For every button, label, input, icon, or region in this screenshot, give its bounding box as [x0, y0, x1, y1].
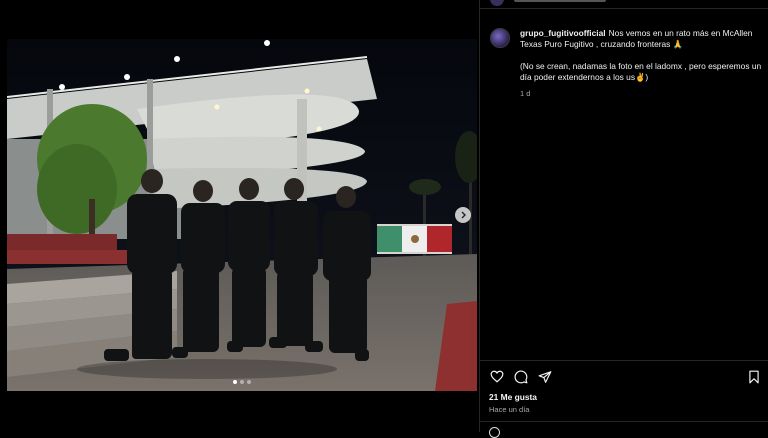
chevron-right-icon: [461, 211, 466, 219]
caption-text-secondary: (No se crean, nadamas la foto en el lado…: [520, 60, 762, 83]
carousel-dot: [233, 380, 237, 384]
share-icon: [538, 370, 551, 383]
post-caption: grupo_fugitivoofficial Nos vemos en un ra…: [490, 28, 763, 99]
carousel-indicator: [7, 380, 477, 384]
emoji-icon[interactable]: [489, 427, 500, 438]
post-details-panel: grupo_fugitivoofficial Nos vemos en un ra…: [479, 0, 768, 438]
caption-timestamp[interactable]: 1 d: [520, 88, 763, 99]
divider: [480, 421, 768, 422]
share-button[interactable]: [537, 369, 552, 384]
header-avatar[interactable]: [490, 0, 504, 6]
heart-icon: [490, 370, 503, 383]
post-date: Hace un día: [489, 405, 530, 414]
header-username[interactable]: [514, 0, 606, 2]
username-link[interactable]: grupo_fugitivoofficial: [520, 28, 606, 38]
post-media[interactable]: [7, 39, 477, 391]
like-count[interactable]: 21 Me gusta: [489, 392, 537, 402]
save-button[interactable]: [746, 369, 761, 384]
comment-icon: [514, 370, 527, 383]
carousel-dot: [240, 380, 244, 384]
post-photo: [7, 39, 477, 391]
post-header: [480, 0, 768, 9]
next-image-button[interactable]: [455, 207, 471, 223]
like-button[interactable]: [489, 369, 504, 384]
bookmark-icon: [748, 370, 759, 383]
avatar[interactable]: [490, 28, 510, 48]
comment-button[interactable]: [513, 369, 528, 384]
carousel-dot: [247, 380, 251, 384]
action-bar: 21 Me gusta Hace un día: [480, 360, 768, 438]
caption-body: grupo_fugitivoofficial Nos vemos en un ra…: [520, 28, 763, 99]
